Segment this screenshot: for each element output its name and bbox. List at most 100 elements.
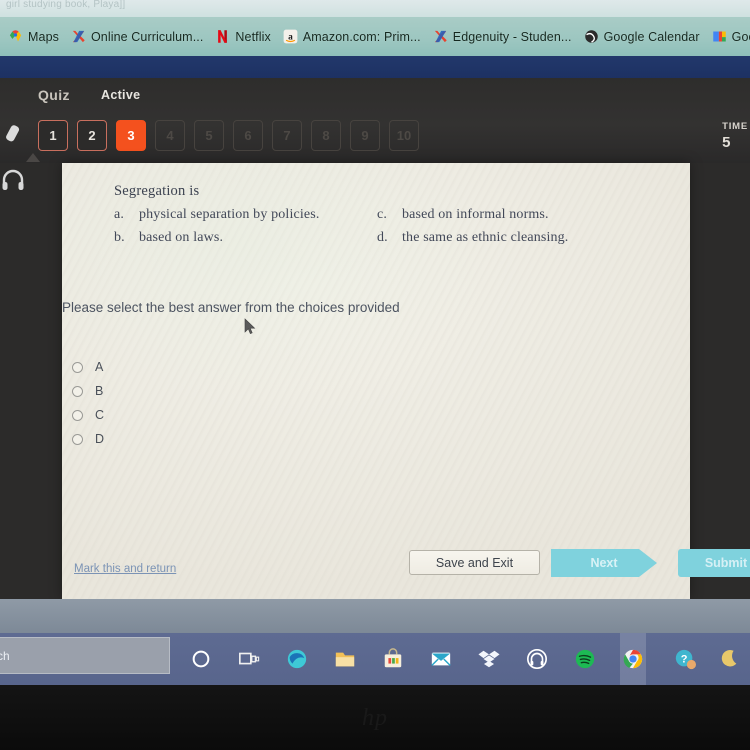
- window-title-text: girl studying book, Playa]]: [6, 0, 126, 10]
- taskbar-search-input[interactable]: ch: [0, 637, 170, 674]
- amazon-icon: a: [283, 29, 298, 44]
- choice-letter: d.: [377, 230, 388, 245]
- choice-b: b. based on laws.: [114, 230, 414, 246]
- answer-option-c[interactable]: C: [72, 403, 104, 427]
- spotify-icon: [575, 649, 595, 669]
- answer-option-d[interactable]: D: [72, 427, 104, 451]
- bookmark-google-drive[interactable]: Goo: [706, 27, 750, 46]
- pencil-icon[interactable]: [2, 122, 28, 148]
- choice-d: d. the same as ethnic cleansing.: [377, 230, 677, 246]
- choice-letter: a.: [114, 207, 125, 222]
- bookmark-google-calendar[interactable]: Google Calendar: [578, 27, 706, 46]
- question-number-1[interactable]: 1: [38, 120, 68, 151]
- next-button[interactable]: Next: [551, 549, 657, 577]
- bookmark-label: Online Curriculum...: [90, 29, 204, 44]
- taskbar-item-headphones-app[interactable]: [524, 633, 550, 685]
- microsoft-store-icon: [384, 648, 402, 668]
- edgenuity-x-icon: [72, 30, 85, 43]
- choices-column-right: c. based on informal norms. d. the same …: [377, 207, 677, 253]
- taskbar-item-chrome[interactable]: [620, 633, 646, 685]
- timer: TIME 5: [722, 121, 748, 151]
- answer-option-a[interactable]: A: [72, 355, 104, 379]
- screen-photo: girl studying book, Playa]] Maps Online …: [0, 0, 750, 750]
- bookmark-label: Google Calendar: [603, 29, 700, 44]
- google-drive-icon: [712, 31, 726, 42]
- headphones-app-icon: [527, 649, 547, 669]
- headphones-icon[interactable]: [0, 168, 26, 192]
- choice-text: the same as ethnic cleansing.: [402, 230, 569, 245]
- bookmark-label: Netflix: [235, 29, 271, 44]
- taskbar-item-mail[interactable]: [428, 633, 454, 685]
- timer-value: 5: [722, 134, 731, 151]
- answer-option-b[interactable]: B: [72, 379, 104, 403]
- instruction-text: Please select the best answer from the c…: [62, 300, 400, 315]
- radio-button-c[interactable]: [72, 409, 83, 421]
- file-explorer-icon: [335, 652, 355, 667]
- question-number-3[interactable]: 3: [116, 120, 146, 151]
- search-placeholder-text: ch: [0, 648, 10, 663]
- answer-label-b: B: [95, 384, 104, 398]
- question-number-7: 7: [272, 120, 302, 151]
- bookmark-label: Amazon.com: Prim...: [302, 29, 421, 44]
- save-and-exit-button[interactable]: Save and Exit: [409, 550, 540, 575]
- taskbar-item-cortana[interactable]: [188, 633, 214, 685]
- answer-options[interactable]: A B C D: [72, 355, 104, 451]
- question-number-9: 9: [350, 120, 380, 151]
- maps-pin-icon: [9, 30, 22, 42]
- taskbar-item-file-explorer[interactable]: [332, 633, 358, 685]
- question-number-8: 8: [311, 120, 341, 151]
- radio-button-a[interactable]: [72, 361, 83, 373]
- netflix-icon: [218, 30, 228, 43]
- timer-label: TIME: [722, 121, 748, 132]
- question-number-list[interactable]: 1 2 3 4 5 6 7 8 9 10: [38, 120, 419, 151]
- question-number-10: 10: [389, 120, 419, 151]
- answer-label-d: D: [95, 432, 105, 446]
- window-title-strip: girl studying book, Playa]]: [0, 0, 750, 17]
- mark-this-and-return-link[interactable]: Mark this and return: [74, 563, 176, 575]
- question-stem: Segregation is: [114, 183, 200, 199]
- bookmark-label: Goo: [731, 29, 750, 44]
- bookmark-netflix[interactable]: Netflix: [209, 27, 276, 46]
- answer-label-a: A: [95, 360, 104, 374]
- help-icon[interactable]: ?: [674, 648, 696, 670]
- question-number-5: 5: [194, 120, 224, 151]
- question-number-6: 6: [233, 120, 263, 151]
- bookmark-online-curriculum[interactable]: Online Curriculum...: [65, 27, 209, 46]
- choice-text: based on laws.: [139, 230, 224, 245]
- choice-letter: b.: [114, 230, 125, 245]
- taskbar-item-microsoft-store[interactable]: [380, 633, 406, 685]
- taskbar-item-task-view[interactable]: [236, 633, 262, 685]
- quiz-status: Active: [101, 88, 141, 102]
- choice-text: based on informal norms.: [402, 207, 549, 222]
- submit-button[interactable]: Submit: [678, 549, 750, 577]
- windows-taskbar[interactable]: ch ?: [0, 633, 750, 685]
- radio-button-b[interactable]: [72, 385, 83, 397]
- hp-logo: hp: [362, 705, 388, 731]
- taskbar-item-edge[interactable]: [284, 633, 310, 685]
- taskbar-icon-group[interactable]: [180, 633, 646, 685]
- bookmark-label: Maps: [28, 29, 59, 44]
- right-gutter: [690, 163, 750, 599]
- browser-window-frame: [0, 56, 750, 78]
- question-number-2[interactable]: 2: [77, 120, 107, 151]
- taskbar-item-dropbox[interactable]: [476, 633, 502, 685]
- bookmarks-bar[interactable]: Maps Online Curriculum... Netflix a Amaz…: [0, 17, 750, 56]
- cortana-icon: [192, 650, 210, 668]
- mouse-cursor-icon: [244, 318, 256, 334]
- choices-column-left: a. physical separation by policies. b. b…: [114, 207, 414, 253]
- bookmark-edgenuity-student[interactable]: Edgenuity - Studen...: [427, 27, 578, 46]
- left-gutter: [0, 163, 62, 599]
- taskbar-item-spotify[interactable]: [572, 633, 598, 685]
- choice-c: c. based on informal norms.: [377, 207, 677, 223]
- bookmark-amazon[interactable]: a Amazon.com: Prim...: [277, 27, 427, 46]
- moon-icon[interactable]: [718, 648, 740, 670]
- mail-icon: [431, 652, 451, 666]
- taskbar-tray[interactable]: ?: [674, 633, 740, 685]
- bookmark-maps[interactable]: Maps: [2, 27, 65, 46]
- choice-text: physical separation by policies.: [139, 207, 320, 222]
- dropbox-icon: [478, 650, 500, 668]
- radio-button-d[interactable]: [72, 433, 83, 445]
- choice-a: a. physical separation by policies.: [114, 207, 414, 223]
- choice-letter: c.: [377, 207, 388, 222]
- question-card: Segregation is a. physical separation by…: [62, 163, 750, 599]
